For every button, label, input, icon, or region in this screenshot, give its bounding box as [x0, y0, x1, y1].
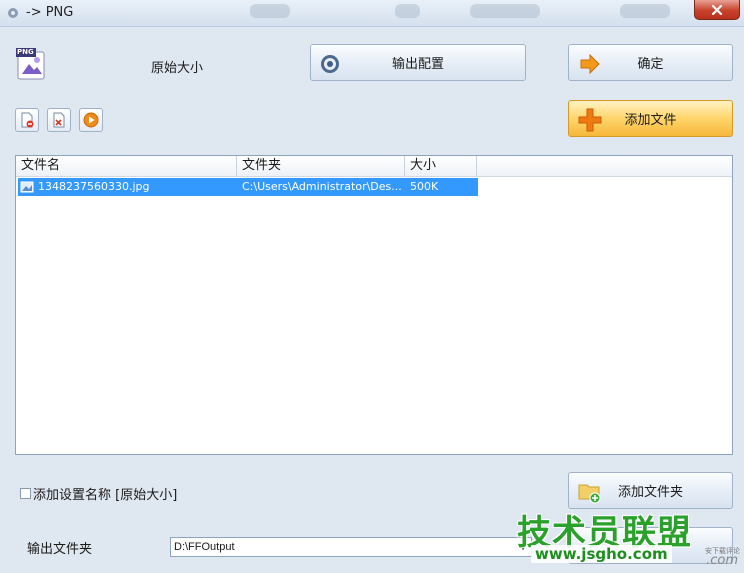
clear-list-icon: [53, 112, 65, 128]
file-folder-cell: C:\Users\Administrator\Des...: [242, 180, 402, 193]
output-folder-value: D:\FFOutput: [174, 541, 235, 553]
column-header-folder[interactable]: 文件夹: [237, 156, 405, 176]
add-file-label: 添加文件: [624, 113, 677, 128]
size-label: 原始大小: [151, 61, 204, 76]
output-folder-label: 输出文件夹: [27, 542, 93, 557]
close-button[interactable]: [694, 0, 740, 20]
add-setting-name-option[interactable]: 添加设置名称 [原始大小]: [20, 484, 177, 503]
png-format-icon: PNG: [16, 48, 46, 80]
ok-button[interactable]: 确定: [568, 44, 733, 81]
watermark: 技术员联盟 www.jsgho.com 安下载评论 .com: [517, 505, 744, 573]
add-folder-button[interactable]: 添加文件夹: [568, 472, 733, 509]
column-header-name[interactable]: 文件名: [16, 156, 237, 176]
ok-label: 确定: [637, 57, 664, 72]
play-icon: [83, 112, 99, 128]
title-bar: -> PNG: [0, 0, 744, 27]
clear-list-button[interactable]: [47, 108, 71, 132]
png-badge-text: PNG: [17, 48, 34, 56]
add-file-button[interactable]: 添加文件: [568, 100, 733, 137]
file-list-header: 文件名 文件夹 大小: [16, 156, 732, 177]
image-file-icon: [20, 181, 34, 193]
window-title: -> PNG: [26, 5, 74, 20]
table-row[interactable]: 1348237560330.jpg C:\Users\Administrator…: [18, 178, 478, 196]
play-button[interactable]: [79, 108, 103, 132]
watermark-url: www.jsgho.com: [531, 545, 672, 563]
add-setting-name-label: 添加设置名称 [原始大小]: [33, 488, 178, 503]
remove-file-icon: [21, 112, 34, 128]
close-icon: [711, 4, 723, 15]
remove-file-button[interactable]: [15, 108, 39, 132]
file-size-cell: 500K: [410, 180, 439, 193]
add-folder-label: 添加文件夹: [617, 485, 683, 500]
output-config-label: 输出配置: [391, 57, 444, 72]
app-gear-icon: [8, 8, 18, 18]
output-config-button[interactable]: 输出配置: [310, 44, 526, 81]
column-header-size[interactable]: 大小: [405, 156, 477, 176]
file-name-cell: 1348237560330.jpg: [38, 180, 150, 193]
output-folder-input[interactable]: D:\FFOutput: [170, 537, 532, 557]
file-list[interactable]: 文件名 文件夹 大小 1348237560330.jpg C:\Users\Ad…: [15, 155, 733, 455]
add-setting-name-checkbox[interactable]: [20, 488, 31, 499]
watermark-com: .com: [706, 553, 738, 568]
